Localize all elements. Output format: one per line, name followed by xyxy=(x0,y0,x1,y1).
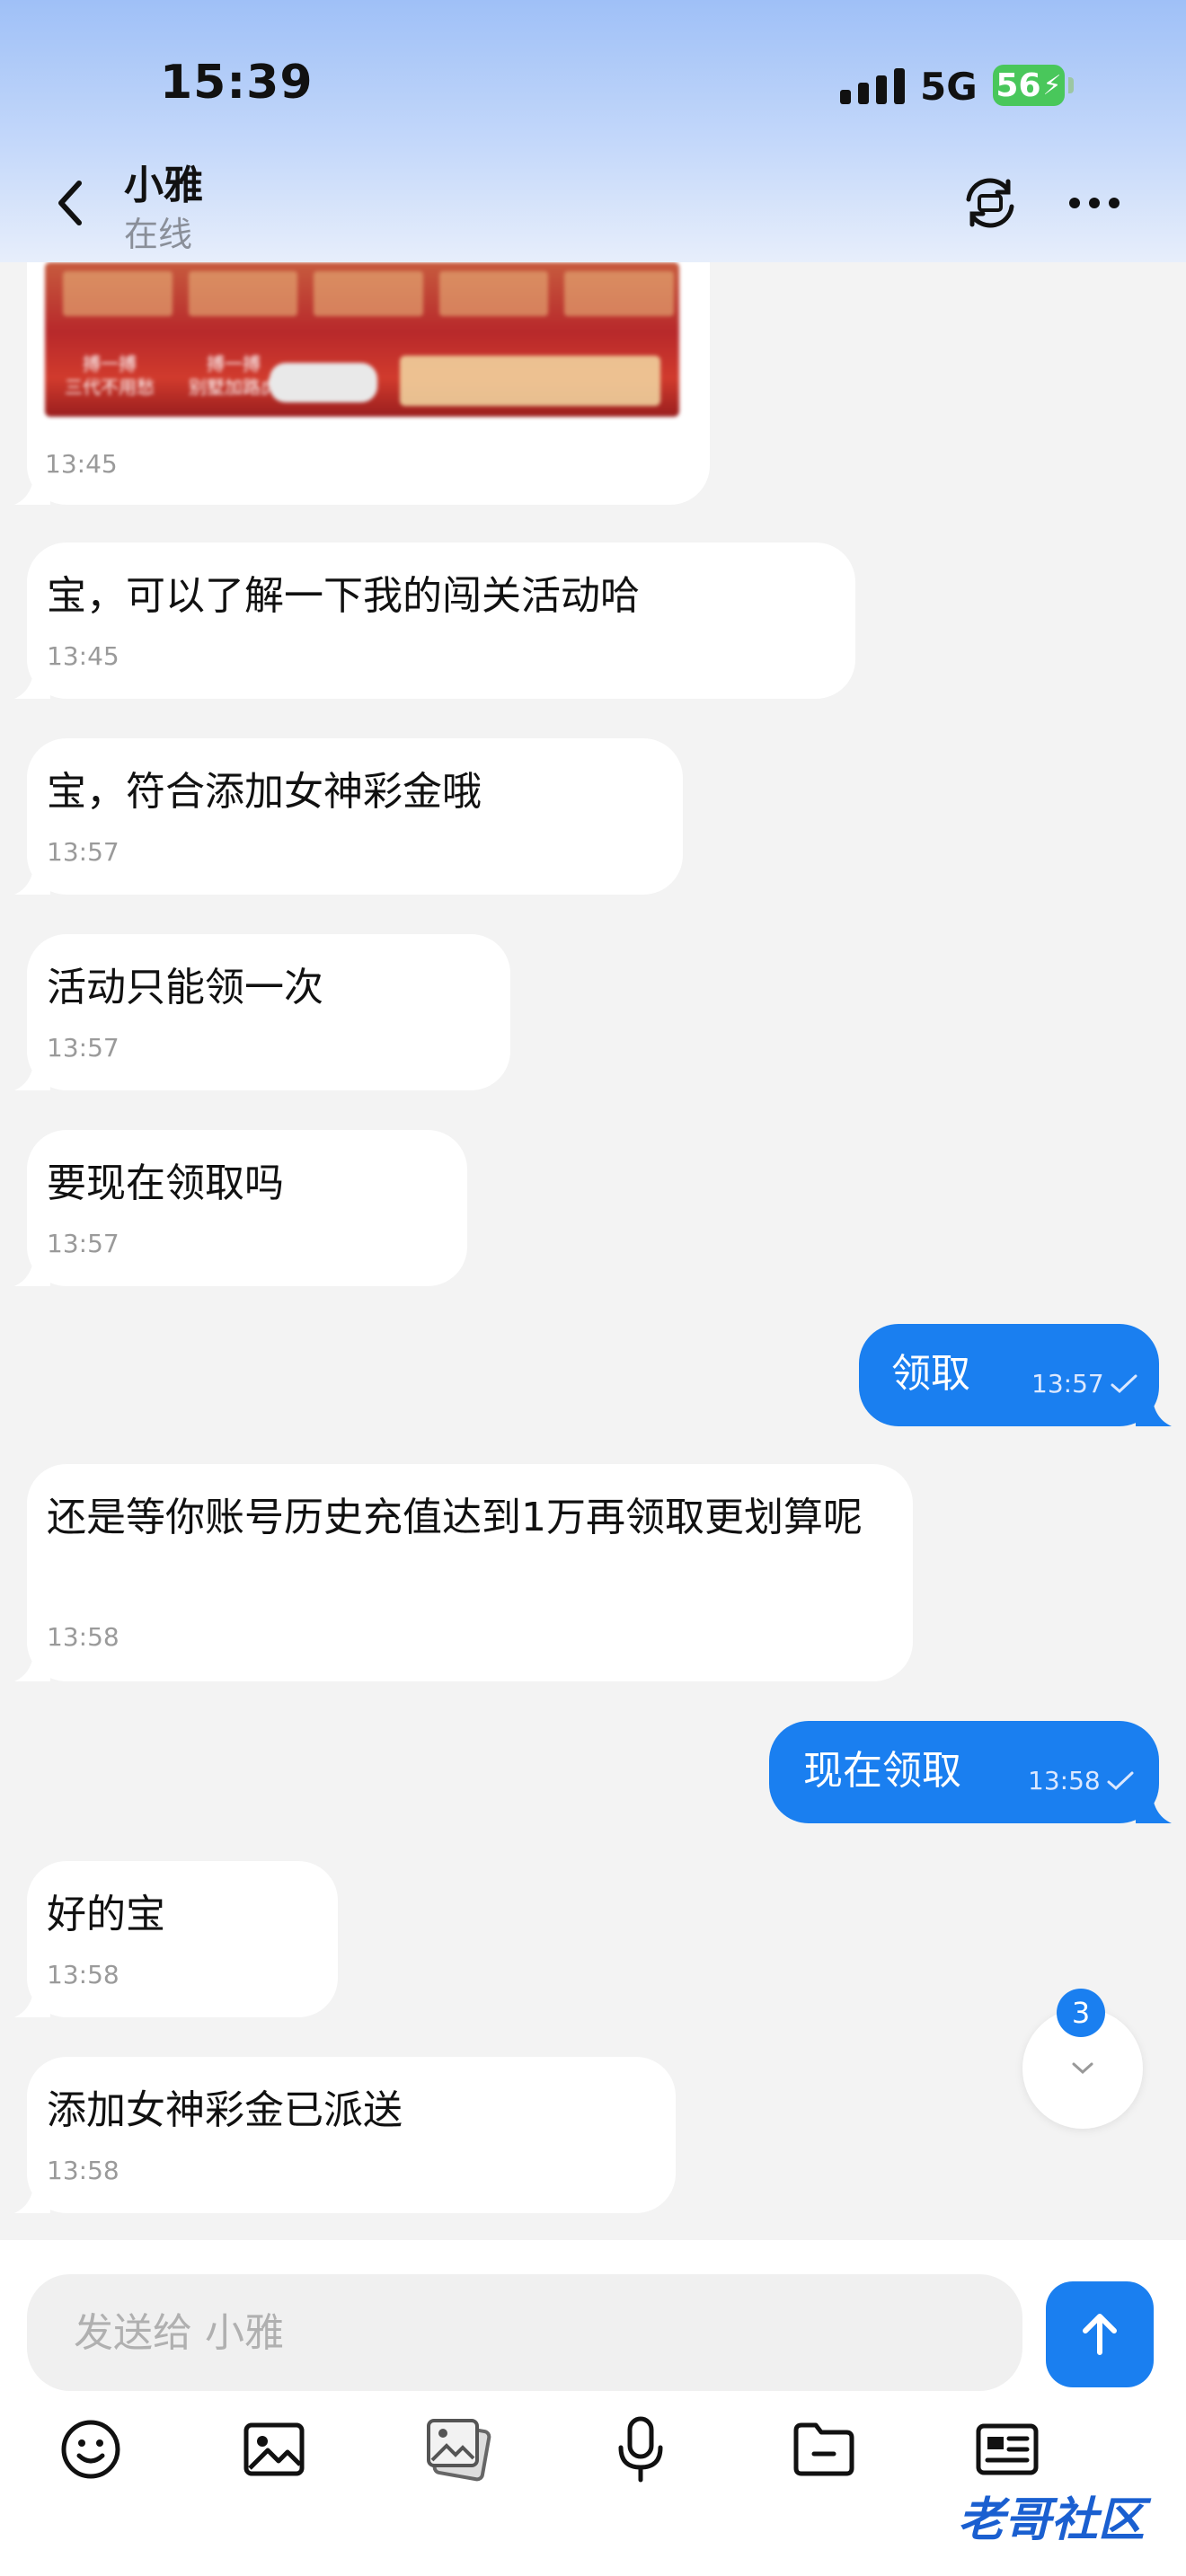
message-bubble-incoming[interactable]: 还是等你账号历史充值达到1万再领取更划算呢 13:58 xyxy=(14,1464,913,1681)
bubble-tail xyxy=(14,2177,50,2213)
message-bubble-incoming[interactable]: 好的宝 13:58 xyxy=(14,1861,338,2017)
message-time: 13:57 xyxy=(47,1229,119,1258)
message-time: 13:57 xyxy=(47,837,119,867)
watermark-logo: 老哥社区 xyxy=(957,2492,1145,2547)
check-icon xyxy=(1111,1374,1137,1393)
battery-tip xyxy=(1068,77,1074,93)
promo-banner-image[interactable]: 搏一搏 三代不用愁 搏一搏 别墅加路虎 xyxy=(45,262,679,417)
message-text: 领取 xyxy=(891,1351,970,1397)
message-time: 13:58 xyxy=(1028,1766,1101,1795)
contact-name[interactable]: 小雅 xyxy=(124,153,203,210)
bubble-tail xyxy=(14,1054,50,1090)
message-meta: 13:58 xyxy=(1028,1766,1135,1795)
network-type: 5G xyxy=(920,65,978,109)
message-input[interactable] xyxy=(27,2274,1022,2391)
contact-status: 在线 xyxy=(124,215,193,254)
gallery-icon[interactable] xyxy=(417,2409,498,2490)
message-bubble-incoming[interactable]: 添加女神彩金已派送 13:58 xyxy=(14,2057,676,2213)
message-text: 要现在领取吗 xyxy=(47,1160,284,1206)
bubble-tail xyxy=(14,1250,50,1286)
battery-level: 56 xyxy=(996,66,1041,104)
message-time: 13:45 xyxy=(45,449,118,479)
banner-info-box xyxy=(400,356,660,406)
translate-switch-icon[interactable] xyxy=(958,171,1022,235)
message-bubble-incoming[interactable]: 要现在领取吗 13:57 xyxy=(14,1130,467,1286)
bubble-tail xyxy=(14,859,50,895)
message-bubble-outgoing[interactable]: 领取 13:57 xyxy=(859,1324,1172,1426)
chevron-down-icon xyxy=(1072,2062,1093,2075)
message-text: 宝，可以了解一下我的闯关活动哈 xyxy=(47,573,640,619)
back-icon[interactable] xyxy=(52,176,88,230)
arrow-up-icon xyxy=(1083,2314,1117,2355)
car-graphic xyxy=(270,363,377,402)
message-bubble-incoming[interactable]: 宝，可以了解一下我的闯关活动哈 13:45 xyxy=(14,543,855,699)
message-time: 13:58 xyxy=(47,1960,119,1989)
message-meta: 13:57 xyxy=(1031,1369,1138,1398)
chat-header: 15:39 5G 56 ⚡ 小雅 在线 xyxy=(0,0,1186,262)
message-time: 13:57 xyxy=(1031,1369,1104,1398)
image-icon[interactable] xyxy=(234,2409,314,2490)
signal-icon xyxy=(840,68,905,104)
unread-count-badge: 3 xyxy=(1057,1989,1105,2037)
folder-icon[interactable] xyxy=(783,2409,864,2490)
banner-mid-text: 搏一搏 别墅加路虎 xyxy=(189,353,279,398)
message-bubble-outgoing[interactable]: 现在领取 13:58 xyxy=(769,1721,1172,1823)
bubble-tail xyxy=(1136,1787,1172,1823)
emoji-icon[interactable] xyxy=(50,2409,131,2490)
message-time: 13:57 xyxy=(47,1033,119,1063)
message-time: 13:58 xyxy=(47,1622,119,1652)
check-icon xyxy=(1107,1771,1134,1790)
message-text: 添加女神彩金已派送 xyxy=(47,2087,403,2133)
bubble-tail xyxy=(14,1645,50,1681)
more-icon[interactable] xyxy=(1062,171,1127,235)
message-time: 13:45 xyxy=(47,641,119,671)
bubble-tail xyxy=(14,663,50,699)
message-bubble-incoming[interactable]: 宝，符合添加女神彩金哦 13:57 xyxy=(14,738,683,895)
message-text: 宝，符合添加女神彩金哦 xyxy=(47,769,482,815)
bubble-tail xyxy=(1136,1390,1172,1426)
message-text: 活动只能领一次 xyxy=(47,965,323,1010)
status-time: 15:39 xyxy=(160,56,314,110)
battery-icon: 56 ⚡ xyxy=(993,65,1065,106)
message-text: 好的宝 xyxy=(47,1892,165,1937)
microphone-icon[interactable] xyxy=(600,2409,681,2490)
bubble-tail xyxy=(14,1981,50,2017)
message-time: 13:58 xyxy=(47,2156,119,2185)
message-text: 现在领取 xyxy=(803,1748,961,1794)
message-bubble-incoming[interactable]: 活动只能领一次 13:57 xyxy=(14,934,510,1090)
message-text: 还是等你账号历史充值达到1万再领取更划算呢 xyxy=(47,1495,863,1540)
banner-tiles xyxy=(63,271,674,316)
banner-left-text: 搏一搏 三代不用愁 xyxy=(65,353,155,398)
send-button[interactable] xyxy=(1046,2281,1154,2387)
